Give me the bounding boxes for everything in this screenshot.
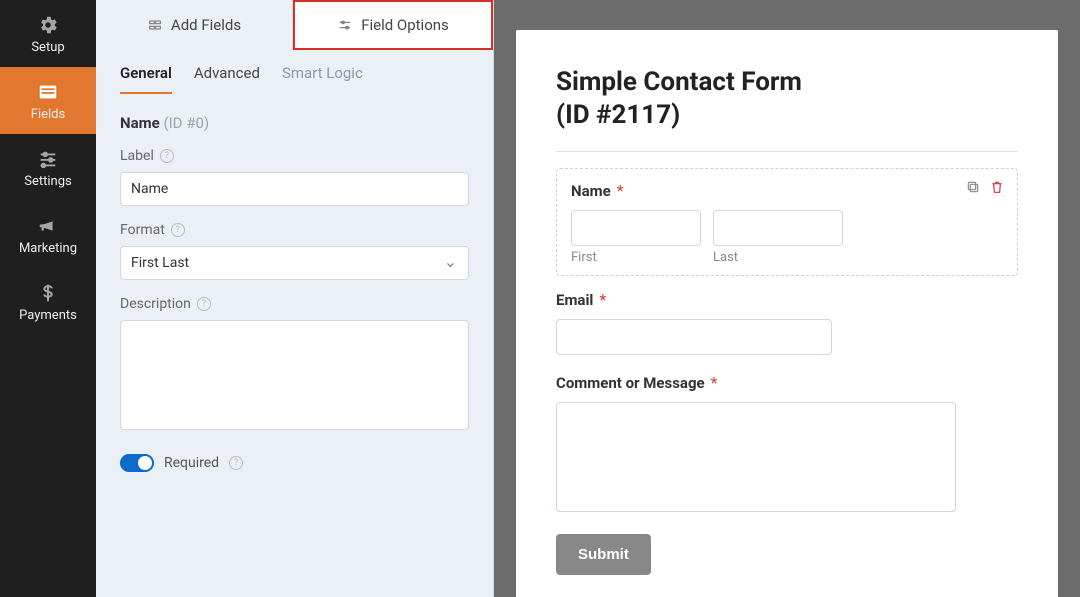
nav-label: Settings: [24, 174, 71, 189]
help-icon[interactable]: ?: [229, 456, 243, 470]
sliders-icon: [337, 17, 353, 33]
nav-label: Payments: [19, 308, 77, 323]
last-sublabel: Last: [713, 250, 843, 265]
field-name: Name: [120, 114, 160, 132]
label-title: Label: [120, 148, 154, 164]
form-icon: [37, 81, 59, 103]
message-textarea[interactable]: [556, 402, 956, 512]
field-id: (ID #0): [163, 114, 209, 132]
form-label: Description ?: [120, 296, 469, 312]
form-label: Format ?: [120, 222, 469, 238]
first-input[interactable]: [571, 210, 701, 246]
name-row: First Last: [571, 210, 1003, 265]
format-select-wrap: First Last: [120, 246, 469, 280]
message-field[interactable]: Comment or Message *: [556, 373, 1018, 516]
tab-label: Field Options: [361, 16, 449, 34]
megaphone-icon: [37, 215, 59, 237]
first-sublabel: First: [571, 250, 701, 265]
title-line2: (ID #2117): [556, 100, 680, 130]
tab-label: Add Fields: [171, 16, 241, 34]
description-title: Description: [120, 296, 191, 312]
nav-item-settings[interactable]: Settings: [0, 134, 96, 201]
subtab-smart-logic[interactable]: Smart Logic: [282, 64, 363, 94]
gear-icon: [37, 14, 59, 36]
nav-label: Setup: [31, 40, 64, 55]
sub-tabs: General Advanced Smart Logic: [96, 50, 493, 94]
divider: [556, 151, 1018, 152]
tab-field-options[interactable]: Field Options: [293, 0, 493, 50]
name-field[interactable]: Name * First Last: [556, 168, 1018, 276]
help-icon[interactable]: ?: [171, 223, 185, 237]
panel-tabs: Add Fields Field Options: [96, 0, 493, 50]
subtab-advanced[interactable]: Advanced: [194, 64, 260, 94]
form-card: Simple Contact Form (ID #2117) Name * Fi…: [516, 30, 1058, 597]
nav-item-fields[interactable]: Fields: [0, 67, 96, 134]
name-label: Name: [571, 182, 611, 200]
help-icon[interactable]: ?: [160, 149, 174, 163]
duplicate-icon[interactable]: [965, 179, 981, 195]
email-field[interactable]: Email *: [556, 290, 1018, 355]
last-name-col: Last: [713, 210, 843, 265]
preview-area: Simple Contact Form (ID #2117) Name * Fi…: [494, 0, 1080, 597]
format-title: Format: [120, 222, 165, 238]
help-icon[interactable]: ?: [197, 297, 211, 311]
nav-sidebar: Setup Fields Settings Marketing Payments: [0, 0, 96, 597]
options-panel: Add Fields Field Options General Advance…: [96, 0, 494, 597]
trash-icon[interactable]: [989, 179, 1005, 195]
last-input[interactable]: [713, 210, 843, 246]
first-name-col: First: [571, 210, 701, 265]
field-actions: [965, 179, 1005, 195]
label-group: Label ?: [96, 132, 493, 206]
email-label: Email: [556, 291, 593, 309]
form-title: Simple Contact Form (ID #2117): [556, 66, 1018, 131]
format-group: Format ? First Last: [96, 206, 493, 280]
message-label: Comment or Message: [556, 374, 705, 392]
nav-item-payments[interactable]: Payments: [0, 268, 96, 335]
required-mark: *: [711, 373, 718, 392]
subtab-general[interactable]: General: [120, 64, 172, 94]
required-mark: *: [617, 181, 624, 200]
field-header: Name (ID #0): [96, 94, 493, 132]
dollar-icon: [37, 282, 59, 304]
email-input[interactable]: [556, 319, 832, 355]
grid-icon: [147, 17, 163, 33]
title-line1: Simple Contact Form: [556, 67, 802, 97]
required-label: Required: [164, 455, 219, 471]
required-row: Required ?: [96, 434, 493, 492]
sliders-icon: [37, 148, 59, 170]
required-mark: *: [599, 290, 606, 309]
required-toggle[interactable]: [120, 454, 154, 472]
tab-add-fields[interactable]: Add Fields: [96, 0, 293, 50]
description-textarea[interactable]: [120, 320, 469, 430]
form-label: Label ?: [120, 148, 469, 164]
nav-label: Marketing: [19, 241, 77, 256]
format-select[interactable]: First Last: [120, 246, 469, 280]
label-input[interactable]: [120, 172, 469, 206]
nav-label: Fields: [31, 107, 65, 122]
submit-button[interactable]: Submit: [556, 534, 651, 575]
description-group: Description ?: [96, 280, 493, 434]
nav-item-setup[interactable]: Setup: [0, 0, 96, 67]
nav-item-marketing[interactable]: Marketing: [0, 201, 96, 268]
